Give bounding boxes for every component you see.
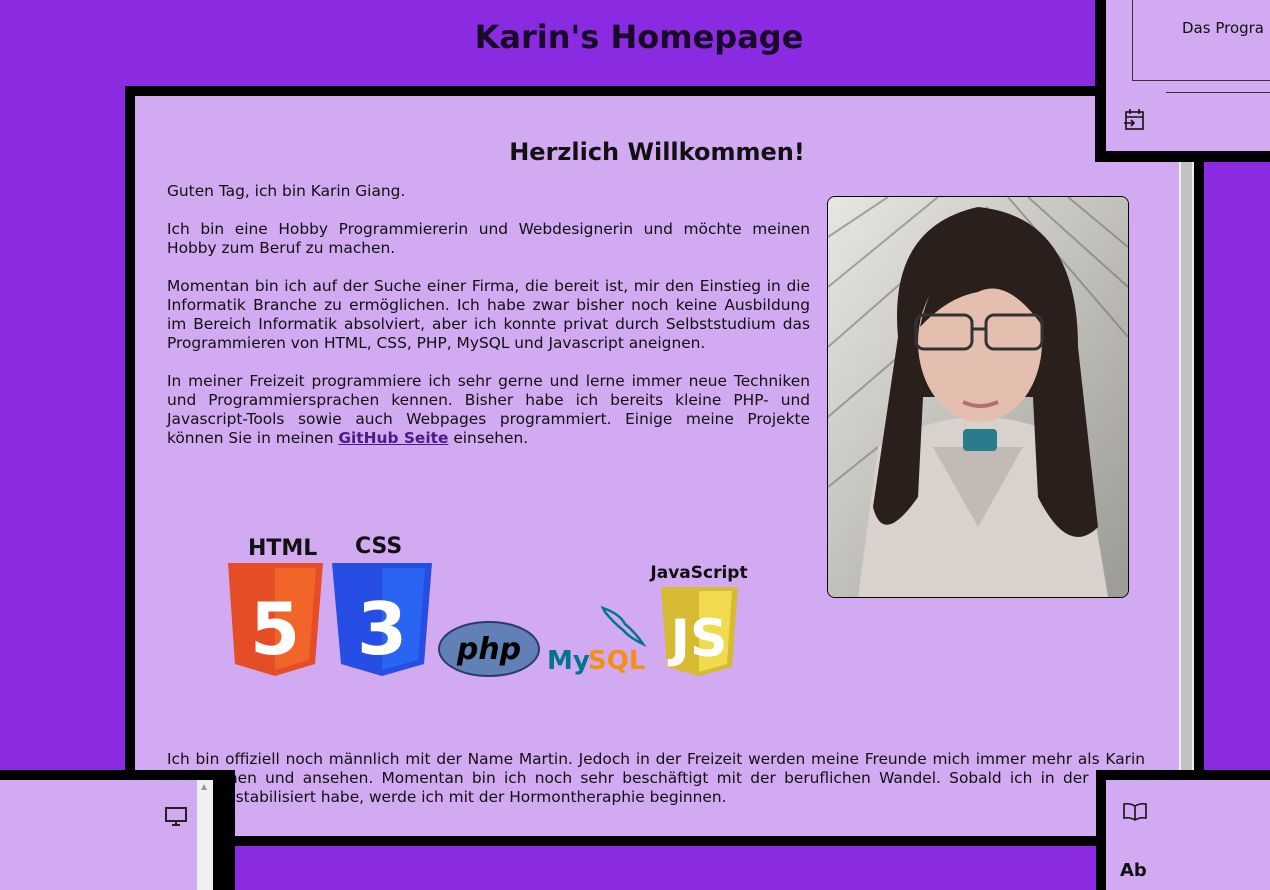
intro-text: Guten Tag, ich bin Karin Giang. Ich bin …: [167, 182, 810, 467]
css-label: CSS: [355, 534, 402, 559]
html5-logo: HTML 5: [228, 536, 323, 676]
mysql-my: My: [547, 646, 590, 676]
freizeit-paragraph: In meiner Freizeit programmiere ich sehr…: [167, 372, 810, 448]
bottom-left-window: ▲: [0, 770, 235, 890]
top-right-text-box: Das Progra: [1132, 0, 1270, 81]
bottom-right-window-content: Ab: [1106, 780, 1270, 890]
top-right-text: Das Progra: [1182, 19, 1265, 37]
github-link[interactable]: GitHub Seite: [338, 429, 448, 447]
html-label: HTML: [248, 536, 317, 561]
mysql-logo: My SQL: [547, 605, 647, 676]
top-right-window-content: Das Progra: [1106, 0, 1270, 151]
intro-paragraph: Guten Tag, ich bin Karin Giang.: [167, 182, 406, 200]
javascript-label: JavaScript: [649, 563, 747, 583]
bottom-paragraph: Ich bin offiziell noch männlich mit der …: [167, 750, 1145, 806]
main-content-area: Herzlich Willkommen! Guten Tag, ich bin …: [135, 96, 1179, 836]
php-logo: php: [438, 621, 540, 677]
book-icon[interactable]: [1122, 802, 1148, 826]
bottom-text: Ich bin offiziell noch männlich mit der …: [167, 750, 1145, 807]
php-label: php: [456, 632, 521, 667]
profile-photo: [827, 196, 1129, 598]
bottom-right-window: Ab: [1096, 770, 1270, 890]
calendar-arrow-icon[interactable]: [1124, 108, 1146, 136]
monitor-icon[interactable]: [164, 806, 188, 832]
html5-digit: 5: [250, 587, 300, 671]
javascript-letters: JS: [668, 609, 728, 669]
freizeit-text-end: einsehen.: [448, 429, 529, 447]
welcome-heading: Herzlich Willkommen!: [509, 138, 805, 166]
top-right-window: Das Progra: [1095, 0, 1270, 162]
css3-logo: CSS 3: [332, 534, 432, 676]
bottom-left-scrollbar[interactable]: ▲: [197, 780, 213, 890]
mysql-sql: SQL: [588, 646, 645, 676]
css3-digit: 3: [357, 587, 407, 671]
profile-photo-image: [828, 197, 1128, 597]
site-title: Karin's Homepage: [474, 18, 804, 56]
javascript-logo: JavaScript JS: [649, 563, 748, 676]
intro-paragraph: Momentan bin ich auf der Suche einer Fir…: [167, 277, 810, 352]
scroll-up-arrow-icon[interactable]: ▲: [201, 782, 207, 791]
intro-paragraph: Ich bin eine Hobby Programmiererin und W…: [167, 220, 810, 257]
top-right-divider: [1166, 92, 1270, 93]
main-content-panel: Herzlich Willkommen! Guten Tag, ich bin …: [125, 86, 1204, 846]
main-scrollbar-thumb[interactable]: [1181, 96, 1192, 836]
bottom-left-window-content: [0, 780, 197, 890]
tech-logos: HTML 5 CSS 3 php My SQL JavaScript JS: [228, 534, 748, 677]
